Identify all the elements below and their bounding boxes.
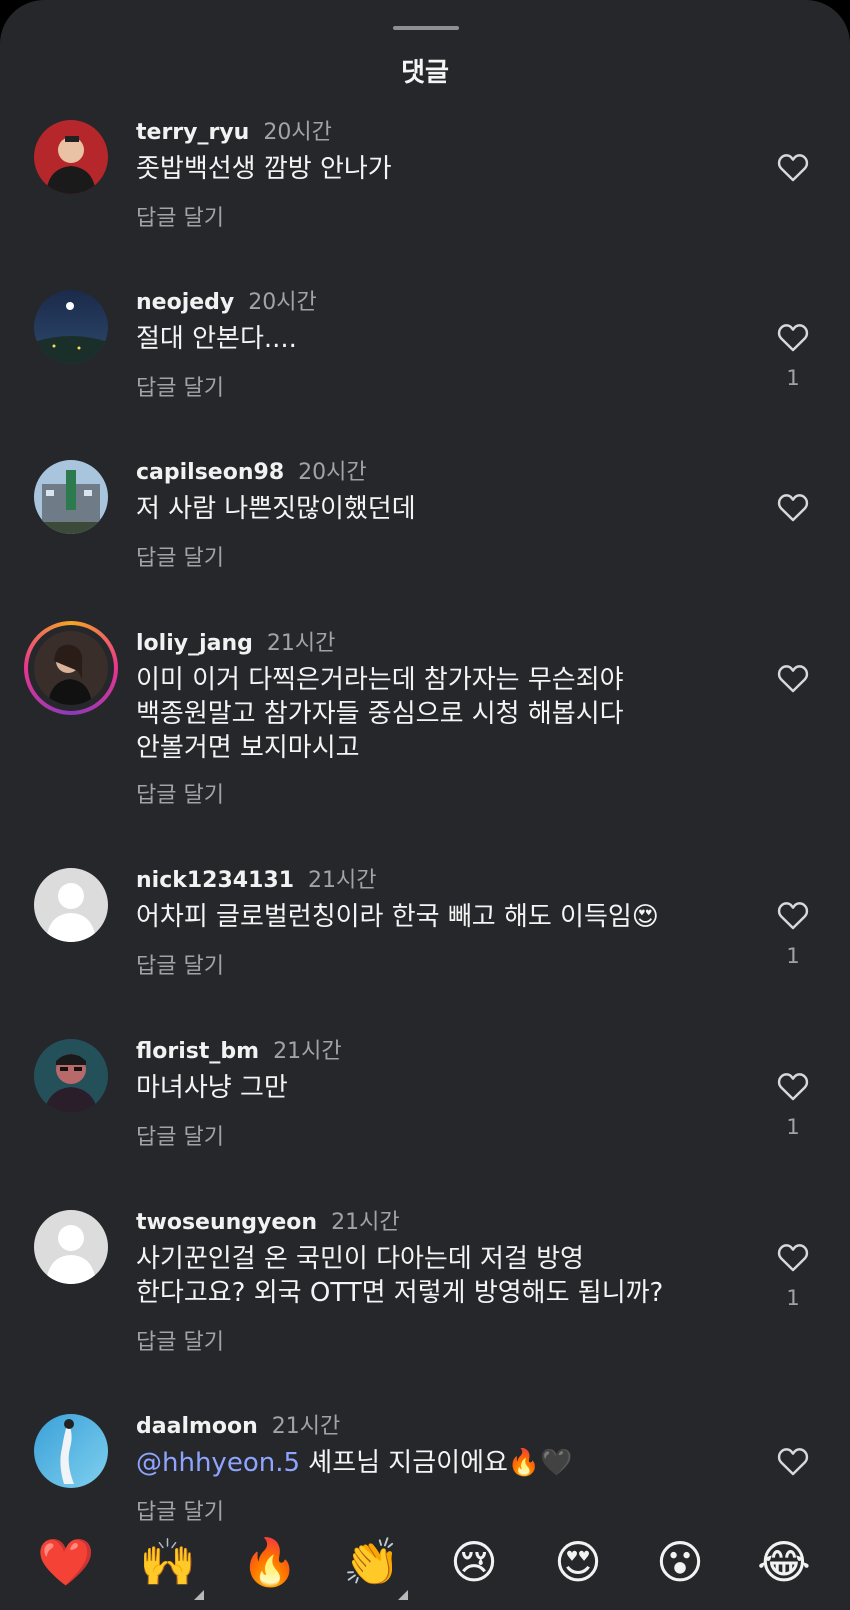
comment-text: 좃밥백선생 깜방 안나가 [136,154,392,184]
comment-text: 이미 이거 다찍은거라는데 참가자는 무슨죄야 백종원말고 참가자들 중심으로 … [136,665,624,763]
reply-button[interactable]: 답글 달기 [136,1494,224,1526]
heart-icon[interactable] [776,1242,810,1276]
timestamp: 21시간 [331,1210,400,1235]
comment-meta: neojedy 20시간 [136,284,317,316]
skin-tone-indicator [398,1590,408,1600]
emoji-glyph: 🙌 [139,1535,197,1589]
username[interactable]: terry_ryu [136,120,249,145]
comment-text: 어차피 글로벌런칭이라 한국 빼고 해도 이득임😍 [136,902,659,932]
emoji-fire-button[interactable]: 🔥 [238,1530,302,1594]
timestamp: 20시간 [248,290,317,315]
timestamp: 21시간 [266,631,336,656]
comment-text: 저 사람 나쁜짓많이했던데 [136,494,416,524]
username[interactable]: neojedy [136,290,234,315]
username[interactable]: nick1234131 [136,868,294,893]
timestamp: 21시간 [271,1414,341,1439]
emoji-surprised-button[interactable]: 😮 [648,1530,712,1594]
avatar[interactable] [34,290,108,364]
comment-meta: nick1234131 21시간 [136,862,377,894]
avatar[interactable] [24,621,118,715]
heart-icon[interactable] [776,1071,810,1105]
like-count: 1 [786,944,800,968]
comment-text: 사기꾼인걸 온 국민이 다아는데 저걸 방영 한다고요? 외국 OTT면 저렇게… [136,1244,664,1308]
username[interactable]: daalmoon [136,1414,258,1439]
skin-tone-indicator [194,1590,204,1600]
emoji-crying-button[interactable]: 😢 [442,1530,506,1594]
emoji-heart-eyes-button[interactable]: 😍 [546,1530,610,1594]
timestamp: 20시간 [263,120,332,145]
mention-link[interactable]: @hhhyeon.5 [136,1448,300,1478]
emoji-bar: ❤️ 🙌 🔥 👏 😢 😍 😮 😂 [0,1530,850,1610]
heart-icon[interactable] [776,492,810,526]
avatar[interactable] [34,1210,108,1284]
heart-icon[interactable] [776,322,810,356]
comment-text: 마녀사냥 그만 [136,1073,288,1103]
comment-meta: loliy_jang 21시간 [136,625,335,657]
avatar[interactable] [34,1039,108,1113]
username[interactable]: twoseungyeon [136,1210,317,1235]
emoji-glyph: 👏 [343,1535,401,1589]
comment-text-body: 셰프님 지금이에요🔥🖤 [300,1448,573,1478]
like-count: 1 [786,1115,800,1139]
timestamp: 20시간 [298,460,367,485]
comment-meta: capilseon98 20시간 [136,454,367,486]
comments-sheet: 댓글 terry_ryu 20시간 좃밥백선생 깜방 안나가 답글 달기 neoj… [0,0,850,1610]
comment-text: 절대 안본다.... [136,324,297,354]
reply-button[interactable]: 답글 달기 [136,777,224,809]
heart-icon[interactable] [776,663,810,697]
reply-button[interactable]: 답글 달기 [136,948,224,980]
avatar[interactable] [34,868,108,942]
emoji-clapping-button[interactable]: 👏 [340,1530,408,1600]
reply-button[interactable]: 답글 달기 [136,540,224,572]
username[interactable]: florist_bm [136,1039,259,1064]
heart-icon[interactable] [776,900,810,934]
heart-icon[interactable] [776,1446,810,1480]
like-count: 1 [786,366,800,390]
drag-handle[interactable] [393,26,459,30]
like-count: 1 [786,1286,800,1310]
avatar[interactable] [34,1414,108,1488]
username[interactable]: capilseon98 [136,460,284,485]
avatar[interactable] [34,120,108,194]
reply-button[interactable]: 답글 달기 [136,1119,224,1151]
reply-button[interactable]: 답글 달기 [136,370,224,402]
comment-meta: twoseungyeon 21시간 [136,1204,400,1236]
username[interactable]: loliy_jang [136,631,253,656]
emoji-raising-hands-button[interactable]: 🙌 [136,1530,204,1600]
heart-icon[interactable] [776,152,810,186]
avatar[interactable] [34,460,108,534]
comment-meta: terry_ryu 20시간 [136,114,332,146]
comment-meta: florist_bm 21시간 [136,1033,342,1065]
emoji-laughing-button[interactable]: 😂 [752,1530,816,1594]
timestamp: 21시간 [273,1039,342,1064]
timestamp: 21시간 [308,868,377,893]
reply-button[interactable]: 답글 달기 [136,1324,224,1356]
sheet-title: 댓글 [401,58,449,88]
avatar-image [34,631,108,705]
comment-meta: daalmoon 21시간 [136,1408,340,1440]
comment-text: @hhhyeon.5 셰프님 지금이에요🔥🖤 [136,1446,756,1480]
emoji-heart-button[interactable]: ❤️ [34,1530,98,1594]
reply-button[interactable]: 답글 달기 [136,200,224,232]
